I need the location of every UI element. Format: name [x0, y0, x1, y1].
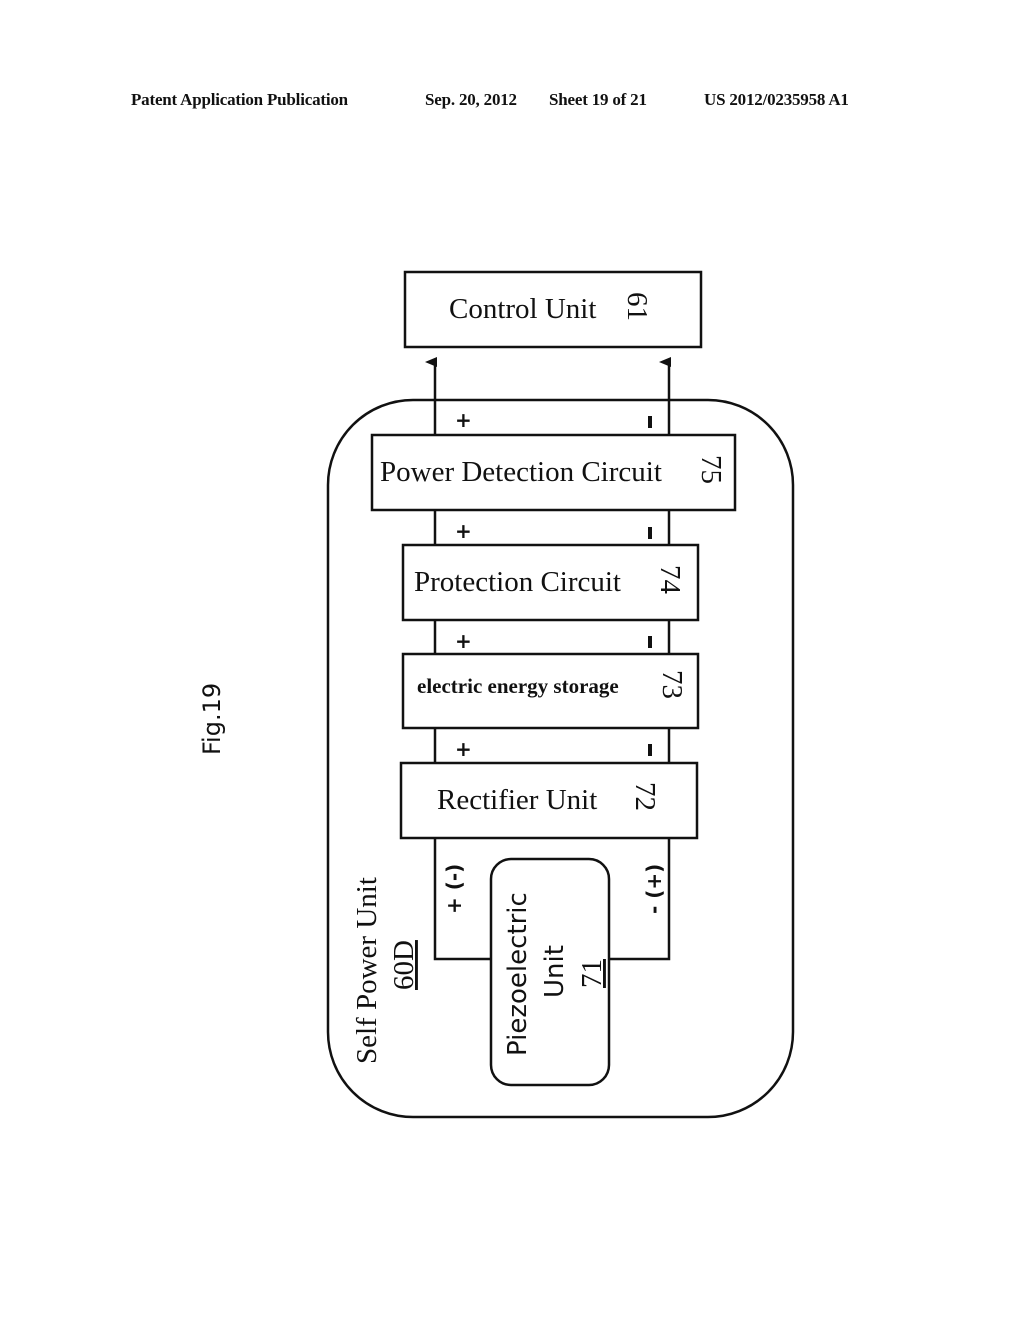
piezoelectric-unit-label-1: Piezoelectric	[503, 892, 533, 1056]
polarity-minus	[648, 527, 652, 539]
polarity-minus	[648, 636, 652, 648]
energy-storage-ref: 73	[656, 670, 688, 699]
polarity-plus: +	[455, 408, 472, 432]
control-unit-ref: 61	[621, 292, 653, 321]
power-detection-ref: 75	[695, 455, 727, 484]
self-power-unit-ref: 60D	[388, 940, 420, 990]
rectifier-unit-ref: 72	[629, 782, 661, 811]
figure-label: Fig.19	[198, 683, 226, 755]
protection-circuit-label: Protection Circuit	[414, 566, 621, 598]
control-unit-label: Control Unit	[449, 293, 596, 325]
polarity-piezo-right: - (+)	[642, 864, 666, 914]
piezoelectric-unit-label-2: Unit	[540, 945, 570, 998]
energy-storage-label: electric energy storage	[417, 674, 619, 698]
power-detection-label: Power Detection Circuit	[380, 456, 662, 488]
polarity-minus	[648, 416, 652, 428]
self-power-unit-label: Self Power Unit	[351, 877, 383, 1064]
figure-diagram: Fig.19 Self Power Unit 60D Control Unit …	[198, 270, 795, 1119]
polarity-plus: +	[455, 737, 472, 761]
polarity-plus: +	[455, 519, 472, 543]
polarity-minus	[648, 744, 652, 756]
polarity-plus: +	[455, 629, 472, 653]
piezoelectric-unit-ref: 71	[576, 959, 608, 988]
polarity-piezo-left: + (-)	[442, 864, 466, 914]
rectifier-unit-label: Rectifier Unit	[437, 784, 597, 816]
protection-circuit-ref: 74	[654, 565, 686, 595]
